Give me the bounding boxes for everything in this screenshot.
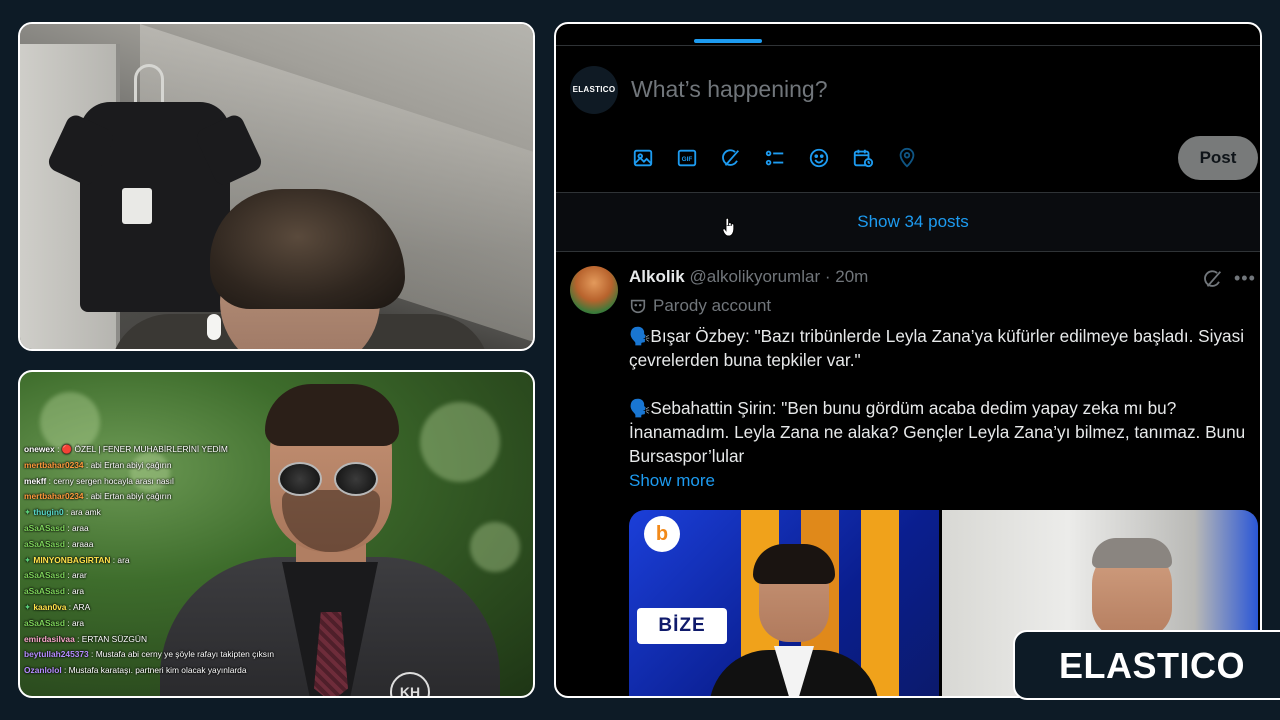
chat-message: ✦ kaan0va : ARA xyxy=(24,600,344,616)
tweet-text: 🗣️Bışar Özbey: "Bazı tribünlerde Leyla Z… xyxy=(629,324,1254,468)
chat-text: : araaa xyxy=(67,538,94,549)
tweet-author-handle[interactable]: @alkolikyorumlar xyxy=(689,267,820,286)
chat-message: emirdasilvaa : ERTAN SÜZGÜN xyxy=(24,632,344,648)
show-new-posts-button[interactable]: Show 34 posts xyxy=(556,193,1260,251)
more-options-icon[interactable]: ••• xyxy=(1234,268,1256,289)
location-icon[interactable] xyxy=(896,145,940,171)
chat-badge-icon: ✦ xyxy=(24,554,34,565)
chat-message: mertbahar0234 : abi Ertan abiyi çağırın xyxy=(24,458,344,474)
channel-logo-text: ELASTICO xyxy=(1059,645,1246,686)
compose-input[interactable]: What’s happening? xyxy=(631,76,828,103)
divider xyxy=(556,45,1260,46)
chat-message: ✦ thugin0 : ara amk xyxy=(24,505,344,521)
chat-text: : araa xyxy=(67,522,89,533)
media-image-left[interactable]: b BİZE xyxy=(629,510,939,696)
gif-icon[interactable]: GIF xyxy=(676,145,720,171)
tweet-separator: · xyxy=(824,267,831,286)
channel-logo: b xyxy=(644,516,680,552)
chat-text: : arar xyxy=(67,570,87,581)
chat-username[interactable]: aSaASasd xyxy=(24,618,65,628)
webcam-earbud xyxy=(207,314,221,340)
active-tab-indicator xyxy=(694,39,762,43)
chat-message: aSaASasd : ara xyxy=(24,616,344,632)
chat-text: : 🔴 ÖZEL | FENER MUHABİRLERİNİ YEDİM xyxy=(57,444,228,454)
chat-text: : abi Ertan abiyi çağırın xyxy=(85,491,172,502)
post-button[interactable]: Post xyxy=(1178,136,1258,180)
chat-message: aSaASasd : ara xyxy=(24,584,344,600)
tweet-paragraph: 🗣️Sebahattin Şirin: "Ben bunu gördüm aca… xyxy=(629,398,1246,466)
bokeh-light xyxy=(420,402,500,482)
chat-text: : ara xyxy=(67,586,85,597)
mask-icon xyxy=(630,299,646,314)
chat-text: : ERTAN SÜZGÜN xyxy=(77,633,148,644)
chat-badge-icon: ✦ xyxy=(24,507,34,518)
tweet-header: Alkolik @alkolikyorumlar · 20m xyxy=(629,267,868,287)
chat-text: : ARA xyxy=(68,601,91,612)
show-more-link[interactable]: Show more xyxy=(629,471,715,491)
hand-cursor-icon xyxy=(722,217,735,237)
tweet-paragraph: 🗣️Bışar Özbey: "Bazı tribünlerde Leyla Z… xyxy=(629,326,1245,370)
compose-toolbar: GIF xyxy=(632,145,940,171)
tweet-author-name[interactable]: Alkolik xyxy=(629,267,685,286)
chat-text: : abi Ertan abiyi çağırın xyxy=(85,459,172,470)
guest-hair xyxy=(1092,538,1172,568)
chat-username[interactable]: mertbahar0234 xyxy=(24,460,84,470)
compose-avatar[interactable]: ELASTICO xyxy=(570,66,618,114)
chat-username[interactable]: aSaASasd xyxy=(24,539,65,549)
twitter-timeline-panel: ELASTICO What’s happening? GIF Post Show… xyxy=(554,22,1262,698)
chat-message: ✦ MINYONBAGIRTAN : ara xyxy=(24,553,344,569)
tweet-author-avatar[interactable] xyxy=(570,266,618,314)
bokeh-light xyxy=(470,522,520,572)
chat-text: : ara xyxy=(112,554,130,565)
guest-photo-panel: KH onewex : 🔴 ÖZEL | FENER MUHABİRLERİNİ… xyxy=(18,370,535,698)
chat-username[interactable]: aSaASasd xyxy=(24,523,65,533)
chat-username[interactable]: Ozanlolol xyxy=(24,665,62,675)
grok-icon[interactable] xyxy=(1202,268,1224,290)
emoji-icon[interactable] xyxy=(808,145,852,171)
chat-username[interactable]: mertbahar0234 xyxy=(24,491,84,501)
channel-logo-box: ELASTICO xyxy=(1013,630,1280,700)
chat-message: mekff : cerny sergen hocayla arası nasıl xyxy=(24,474,344,490)
chat-text: : cerny sergen hocayla arası nasıl xyxy=(48,475,174,486)
chat-username[interactable]: aSaASasd xyxy=(24,586,65,596)
chat-username[interactable]: beytullah245373 xyxy=(24,649,89,659)
chat-message: aSaASasd : araaa xyxy=(24,537,344,553)
chat-message: mertbahar0234 : abi Ertan abiyi çağırın xyxy=(24,489,344,505)
schedule-icon[interactable] xyxy=(852,145,896,171)
chat-username[interactable]: kaan0va xyxy=(33,602,66,612)
streamer-webcam xyxy=(18,22,535,351)
stream-chat-overlay: onewex : 🔴 ÖZEL | FENER MUHABİRLERİNİ YE… xyxy=(24,442,344,679)
webcam-jersey xyxy=(80,102,230,312)
chat-text: : ara amk xyxy=(65,507,101,518)
svg-text:GIF: GIF xyxy=(682,156,693,163)
chat-badge-icon: ✦ xyxy=(24,601,34,612)
chat-message: onewex : 🔴 ÖZEL | FENER MUHABİRLERİNİ YE… xyxy=(24,442,344,458)
image-icon[interactable] xyxy=(632,145,676,171)
chat-username[interactable]: thugin0 xyxy=(33,507,63,517)
grok-icon[interactable] xyxy=(720,145,764,171)
guest-hair xyxy=(265,384,399,446)
chat-text: : Mustafa abi cerny ye şöyle rafayı taki… xyxy=(91,649,274,660)
parody-account-text: Parody account xyxy=(653,296,772,315)
tweet-time[interactable]: 20m xyxy=(835,267,868,286)
presenter-hair xyxy=(753,544,835,584)
divider xyxy=(556,251,1260,252)
chat-message: aSaASasd : araa xyxy=(24,521,344,537)
chat-text: : Mustafa karataşı. partneri kim olacak … xyxy=(64,665,247,676)
webcam-accreditation-badge xyxy=(122,188,152,224)
chat-message: beytullah245373 : Mustafa abi cerny ye ş… xyxy=(24,647,344,663)
chat-username[interactable]: emirdasilvaa xyxy=(24,634,75,644)
chat-message: Ozanlolol : Mustafa karataşı. partneri k… xyxy=(24,663,344,679)
poll-icon[interactable] xyxy=(764,145,808,171)
studio-stripe xyxy=(861,510,899,696)
chat-text: : ara xyxy=(67,617,85,628)
chat-username[interactable]: mekff xyxy=(24,476,46,486)
chat-username[interactable]: MINYONBAGIRTAN xyxy=(33,555,110,565)
parody-account-label: Parody account xyxy=(629,296,771,316)
chat-username[interactable]: aSaASasd xyxy=(24,570,65,580)
chat-username[interactable]: onewex xyxy=(24,444,55,454)
program-badge: BİZE xyxy=(637,608,727,644)
chat-message: aSaASasd : arar xyxy=(24,568,344,584)
